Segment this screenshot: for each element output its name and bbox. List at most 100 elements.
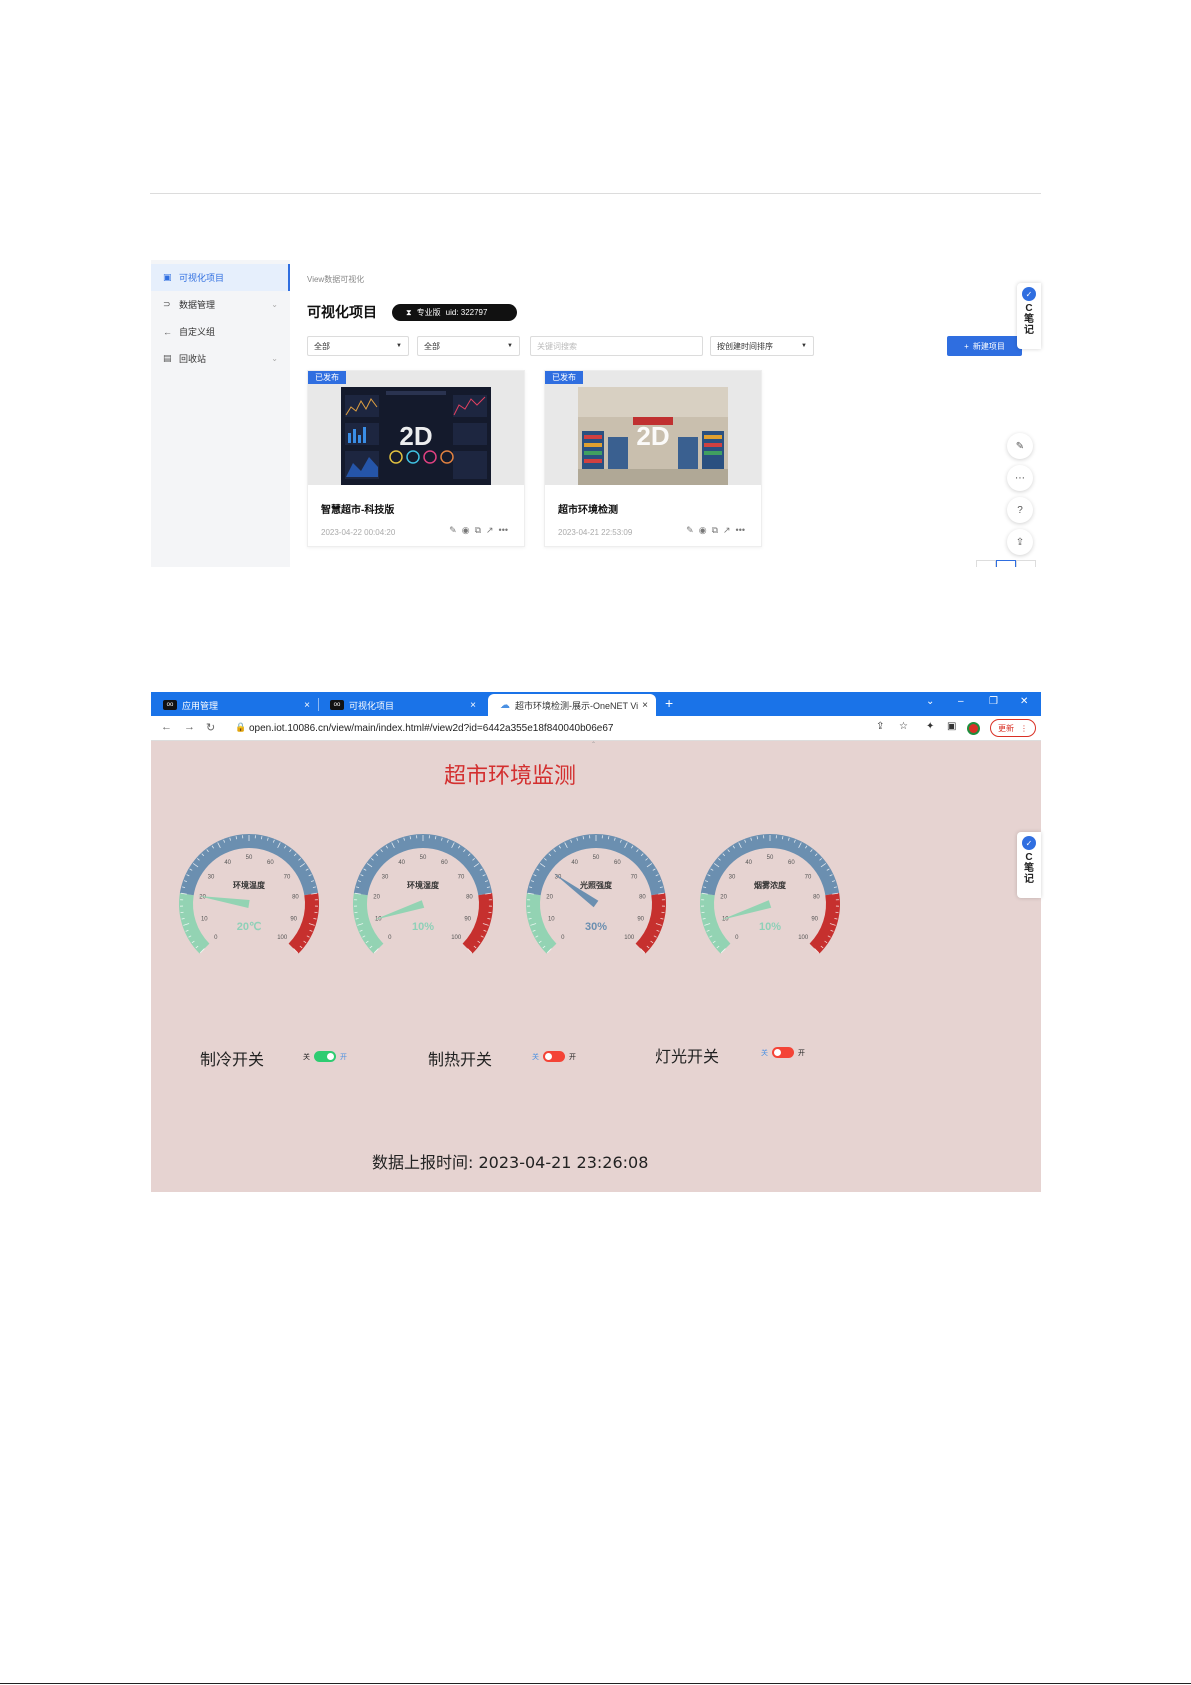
lock-icon: 🔒 [235,722,247,732]
light-toggle[interactable] [772,1047,794,1058]
back-to-top-icon[interactable]: ⇪ [1007,529,1033,555]
gauge-tick-label: 50 [593,855,600,861]
console-screenshot: ▣ 可视化项目 ⊃ 数据管理 ⌄ ← 自定义组 ▤ 回收站 ⌄ View数据可视… [151,260,1041,567]
toggle-knob [545,1053,552,1060]
share-icon[interactable]: ↗ [486,525,494,536]
note-widget-char-2: 记 [1024,874,1034,885]
close-icon[interactable]: × [642,700,648,711]
card-actions: ✎ ◉ ⧉ ↗ ••• [686,525,745,536]
report-time: 数据上报时间: 2023-04-21 23:26:08 [372,1153,649,1172]
profile-avatar[interactable] [967,722,980,735]
sort-select[interactable]: 按创建时间排序 ▼ [710,336,814,356]
gauge-needle [720,900,772,921]
heating-toggle[interactable] [543,1051,565,1062]
filter-select-2[interactable]: 全部 ▼ [417,336,520,356]
chevron-down-icon: ⌄ [271,300,278,309]
new-project-button[interactable]: + 新建项目 [947,336,1022,356]
sidebar-item-data[interactable]: ⊃ 数据管理 ⌄ [151,291,290,318]
gauge-tick [756,836,759,840]
gauge-tick-label: 90 [637,917,644,923]
preview-icon[interactable]: ◉ [699,525,707,536]
gauge-label: 环境湿度 [407,880,440,890]
sidebar-item-recycle-bin[interactable]: ▤ 回收站 ⌄ [151,345,290,372]
restore-icon[interactable]: ❐ [989,696,998,707]
window-close-icon[interactable]: ✕ [1020,696,1028,707]
update-button[interactable]: 更新 ⋮ [990,719,1036,737]
cloud-icon: ☁ [500,699,510,711]
more-icon[interactable]: ••• [499,525,508,536]
heating-switch[interactable]: 关 开 [532,1051,576,1062]
recycle-bin-icon: ▤ [163,353,172,363]
plus-icon: + [964,341,969,351]
new-tab-button[interactable]: + [665,695,673,711]
gauge-tick-label: 80 [292,895,299,901]
card-title[interactable]: 超市环境检测 [558,501,618,516]
bookmark-star-icon[interactable]: ☆ [899,721,908,732]
gauge-value: 20℃ [237,921,262,933]
sidebar-item-projects[interactable]: ▣ 可视化项目 [151,264,290,291]
tab-visual-projects[interactable]: oo 可视化项目 × [318,694,484,716]
copy-icon[interactable]: ⧉ [712,525,718,536]
gauge-tick-label: 70 [458,874,465,880]
pagination-next[interactable] [1016,560,1036,567]
uid-label: uid: 322797 [445,308,488,317]
note-widget[interactable]: ✓ C 笔 记 [1017,283,1041,349]
project-card[interactable]: 已发布 [307,370,525,547]
copy-icon[interactable]: ⧉ [475,525,481,536]
gauge-tick-label: 100 [451,935,462,941]
close-icon[interactable]: × [470,700,476,711]
tab-search-icon[interactable]: ⌄ [926,696,934,707]
note-widget[interactable]: ✓ C 笔 记 [1017,832,1041,898]
card-title[interactable]: 智慧超市-科技版 [321,501,394,516]
tab-label: 可视化项目 [349,700,395,711]
gauge-tick-label: 80 [466,895,473,901]
edit-feedback-icon[interactable]: ✎ [1007,433,1033,459]
dashboard-viewport: ⌃ 超市环境监测 0 10 20 30 40 50 60 70 80 90 100 环境温度 20℃ 0… [151,741,1041,1192]
pagination-prev[interactable] [976,560,996,567]
store-preview-image: 2D [578,387,728,485]
side-panel-icon[interactable]: ▣ [947,721,956,732]
gauge-band-segment [179,893,210,954]
breadcrumb[interactable]: View数据可视化 [307,274,364,285]
gauge-tick-label: 30 [729,874,736,880]
sidebar-item-custom-group[interactable]: ← 自定义组 [151,318,290,345]
minimize-icon[interactable]: – [958,696,964,707]
chevron-down-icon: ⌄ [271,354,278,363]
cooling-toggle[interactable] [314,1051,336,1062]
tab-app-management[interactable]: oo 应用管理 × [151,694,318,716]
sidebar-item-label: 可视化项目 [179,273,225,283]
toggle-knob [774,1049,781,1056]
search-input[interactable]: 关键词搜索 [530,336,703,356]
gauge-tick-label: 0 [388,935,392,941]
gauge-tick-label: 100 [277,935,288,941]
light-switch[interactable]: 关 开 [761,1047,805,1058]
edit-icon[interactable]: ✎ [449,525,457,536]
preview-icon[interactable]: ◉ [462,525,470,536]
filter-select-1[interactable]: 全部 ▼ [307,336,409,356]
reload-icon[interactable]: ↻ [206,721,215,734]
gauge-tick-label: 20 [546,895,553,901]
url-input[interactable]: open.iot.10086.cn/view/main/index.html#/… [249,723,613,734]
edit-icon[interactable]: ✎ [686,525,694,536]
chat-icon[interactable]: ⋯ [1007,465,1033,491]
extensions-icon[interactable]: ✦ [926,721,934,732]
sidebar-item-label: 自定义组 [179,327,216,337]
back-icon[interactable]: ← [161,721,172,733]
card-thumbnail[interactable]: 已发布 2D [308,371,524,485]
forward-icon[interactable]: → [184,721,195,733]
gauge-tick-label: 20 [373,895,380,901]
share-icon[interactable]: ↗ [723,525,731,536]
card-thumbnail[interactable]: 已发布 2D [545,371,761,485]
project-card[interactable]: 已发布 [544,370,762,547]
gauge-tick-label: 0 [214,935,218,941]
more-icon[interactable]: ••• [736,525,745,536]
pagination-page[interactable] [996,560,1016,567]
close-icon[interactable]: × [304,700,310,711]
share-icon[interactable]: ⇪ [876,721,884,732]
hourglass-icon: ⧗ [406,307,412,317]
help-icon[interactable]: ? [1007,497,1033,523]
note-widget-c: C [1025,852,1033,863]
tab-store-monitor[interactable]: ☁ 超市环境检测-展示-OneNET Vi × [488,694,656,716]
gauge-tick-label: 50 [420,855,427,861]
cooling-switch[interactable]: 关 开 [303,1051,347,1062]
